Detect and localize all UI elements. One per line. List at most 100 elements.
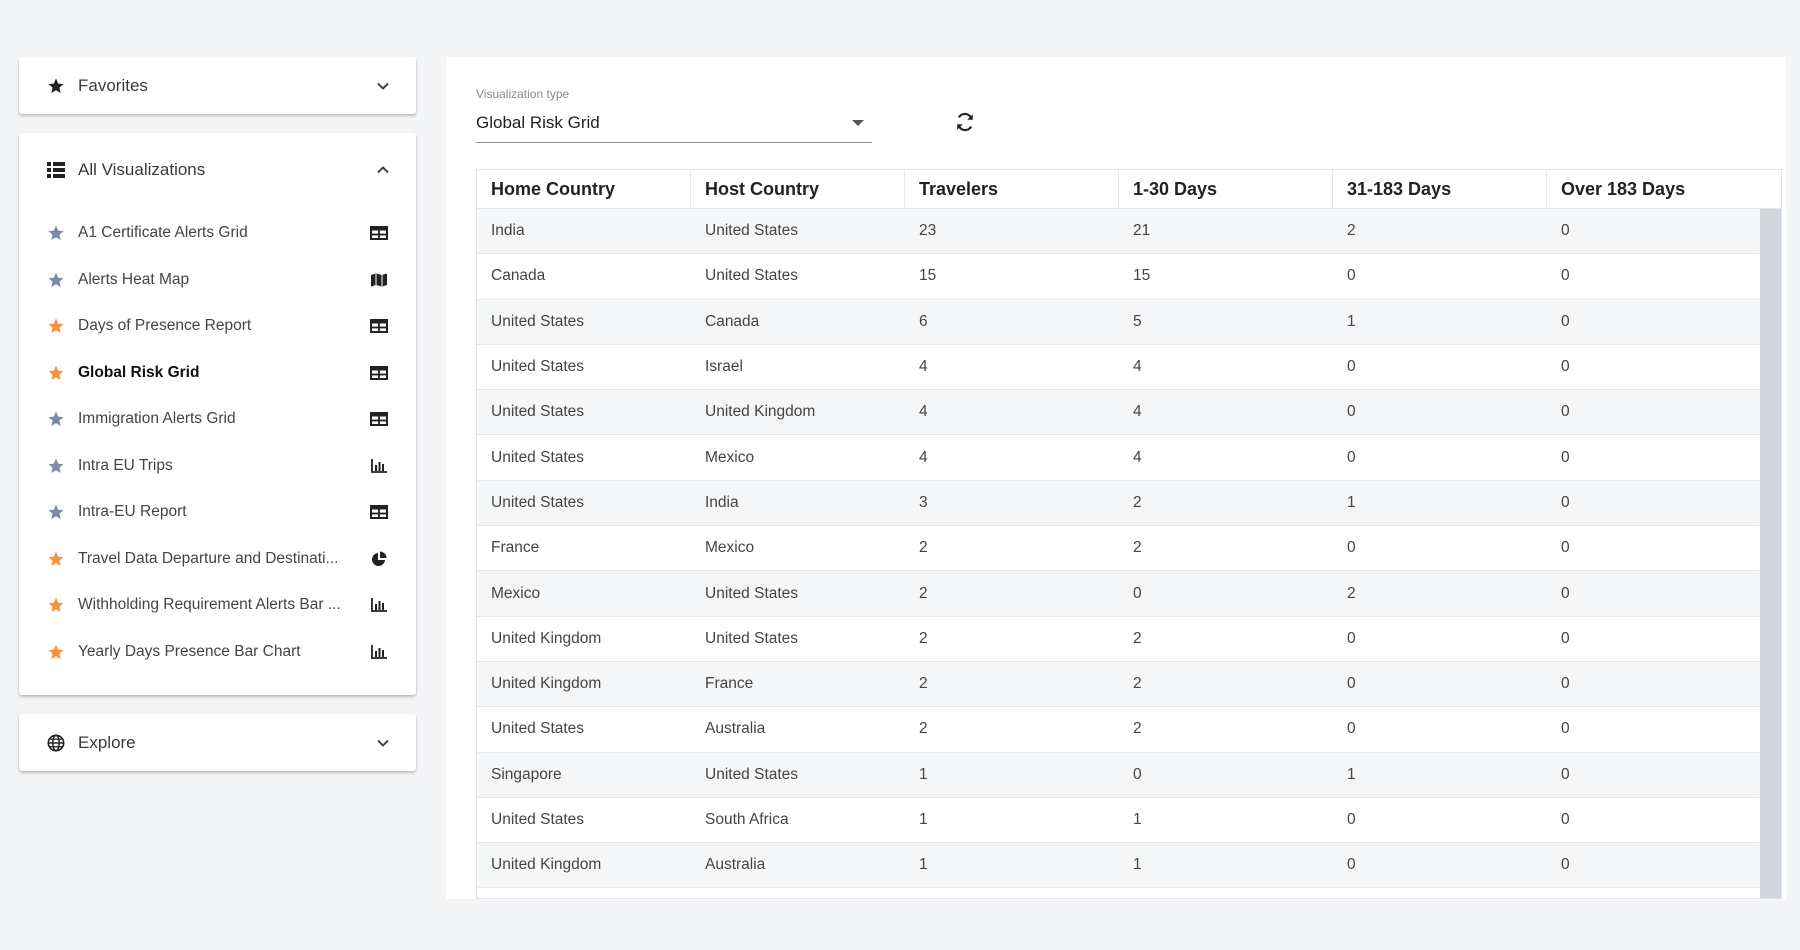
table-row[interactable]: Mexico United States 2 0 2 0: [477, 571, 1781, 617]
table-cell: 2: [1347, 584, 1356, 602]
table-cell: 1: [919, 765, 928, 783]
table-cell: 0: [1347, 856, 1356, 874]
visualization-list: A1 Certificate Alerts Grid Alerts Heat Ma…: [19, 207, 416, 695]
table-cell: Mexico: [705, 448, 755, 466]
star-icon[interactable]: [46, 456, 66, 476]
chevron-up-icon[interactable]: [375, 162, 391, 178]
refresh-icon: [954, 111, 976, 138]
table-cell: Canada: [705, 312, 760, 330]
table-cell: Mexico: [491, 584, 541, 602]
all-visualizations-header[interactable]: All Visualizations: [19, 133, 416, 207]
table-row[interactable]: United States South Africa 1 1 0 0: [477, 797, 1781, 844]
column-header[interactable]: 31-183 Days: [1333, 170, 1547, 208]
table-row[interactable]: United States Mexico 4 4 0 0: [477, 435, 1781, 481]
global-risk-grid: Home Country Host Country Travelers 1-30 Da…: [476, 169, 1782, 899]
visualization-type-label: Visualization type: [476, 87, 570, 101]
map-icon: [369, 271, 389, 289]
visualization-item-label: Travel Data Departure and Destinati...: [78, 549, 339, 567]
all-visualizations-panel: All Visualizations A1 Certificate Alerts…: [19, 133, 416, 695]
visualization-item-label: Yearly Days Presence Bar Chart: [78, 642, 301, 660]
table-cell: 0: [1561, 720, 1570, 738]
star-filled-icon[interactable]: [46, 549, 66, 569]
visualization-item[interactable]: Travel Data Departure and Destinati...: [19, 536, 416, 583]
scrollbar-thumb[interactable]: [1760, 209, 1781, 898]
bar-chart-icon: [369, 457, 389, 475]
vertical-scrollbar[interactable]: [1760, 209, 1781, 898]
column-header[interactable]: Over 183 Days: [1547, 170, 1761, 208]
visualization-type-field: Visualization type Global Risk Grid: [476, 87, 872, 143]
column-header[interactable]: Home Country: [477, 170, 691, 208]
table-cell: United States: [705, 222, 799, 240]
refresh-button[interactable]: [948, 107, 982, 141]
table-cell: United States: [705, 584, 799, 602]
table-cell: Canada: [491, 267, 546, 285]
table-cell: 3: [919, 493, 928, 511]
table-cell: 0: [1347, 358, 1356, 376]
table-row[interactable]: United States Canada 6 5 1 0: [477, 299, 1781, 345]
table-row[interactable]: United States Australia 2 2 0 0: [477, 707, 1781, 753]
visualization-item[interactable]: Yearly Days Presence Bar Chart: [19, 629, 416, 676]
table-cell: United Kingdom: [491, 675, 602, 693]
star-icon[interactable]: [46, 270, 66, 290]
star-icon[interactable]: [46, 502, 66, 522]
table-cell: India: [491, 222, 525, 240]
explore-header[interactable]: Explore: [19, 714, 416, 771]
star-filled-icon[interactable]: [46, 363, 66, 383]
table-row[interactable]: United Kingdom Australia 1 1 0 0: [477, 843, 1781, 889]
table-row[interactable]: India United States 23 21 2 0: [477, 209, 1781, 255]
table-row[interactable]: Canada United States 15 15 0 0: [477, 254, 1781, 300]
star-icon[interactable]: [46, 223, 66, 243]
visualization-item-label: Global Risk Grid: [78, 363, 200, 381]
star-filled-icon[interactable]: [46, 316, 66, 336]
table-cell: 15: [919, 267, 937, 285]
table-row[interactable]: United States Israel 4 4 0 0: [477, 344, 1781, 391]
table-cell: United Kingdom: [705, 403, 816, 421]
column-header[interactable]: 1-30 Days: [1119, 170, 1333, 208]
table-cell: 4: [1133, 358, 1142, 376]
column-header[interactable]: Travelers: [905, 170, 1119, 208]
table-cell: United States: [491, 312, 585, 330]
visualization-item[interactable]: Intra-EU Report: [19, 489, 416, 536]
table-row[interactable]: France Mexico 2 2 0 0: [477, 526, 1781, 572]
chevron-down-icon[interactable]: [375, 78, 391, 94]
table-cell: 0: [1347, 675, 1356, 693]
table-cell: 2: [919, 720, 928, 738]
table-cell: 0: [1561, 312, 1570, 330]
star-icon[interactable]: [46, 409, 66, 429]
table-row[interactable]: United Kingdom France 2 2 0 0: [477, 661, 1781, 708]
table-cell: 6: [919, 312, 928, 330]
table-cell: 1: [1347, 312, 1356, 330]
column-header[interactable]: Host Country: [691, 170, 905, 208]
table-cell: 1: [919, 856, 928, 874]
visualization-item-label: Days of Presence Report: [78, 317, 252, 335]
table-cell: United States: [705, 765, 799, 783]
chevron-down-icon[interactable]: [375, 735, 391, 751]
visualization-item[interactable]: Alerts Heat Map: [19, 257, 416, 304]
star-icon: [46, 76, 66, 96]
visualization-item[interactable]: Days of Presence Report: [19, 303, 416, 350]
visualization-item[interactable]: Immigration Alerts Grid: [19, 396, 416, 443]
table-cell: Israel: [705, 358, 743, 376]
star-filled-icon[interactable]: [46, 642, 66, 662]
visualization-item[interactable]: Global Risk Grid: [19, 350, 416, 397]
visualization-type-select[interactable]: Global Risk Grid: [476, 103, 872, 143]
visualization-item-label: Withholding Requirement Alerts Bar ...: [78, 596, 341, 614]
table-row[interactable]: Singapore United States 1 0 1 0: [477, 752, 1781, 798]
table-row[interactable]: United Kingdom United States 2 2 0 0: [477, 616, 1781, 662]
table-cell: 0: [1561, 765, 1570, 783]
visualization-item[interactable]: A1 Certificate Alerts Grid: [19, 210, 416, 257]
table-row[interactable]: United States United Kingdom 4 4 0 0: [477, 390, 1781, 436]
table-cell: United States: [705, 629, 799, 647]
table-cell: 2: [1133, 629, 1142, 647]
table-cell: 0: [1561, 358, 1570, 376]
table-cell: 0: [1133, 584, 1142, 602]
table-cell: 0: [1347, 539, 1356, 557]
star-filled-icon[interactable]: [46, 595, 66, 615]
table-cell: United States: [491, 448, 585, 466]
table-cell: 0: [1561, 267, 1570, 285]
visualization-item[interactable]: Intra EU Trips: [19, 443, 416, 490]
bar-chart-icon: [369, 643, 389, 661]
table-row[interactable]: United States India 3 2 1 0: [477, 480, 1781, 527]
visualization-item[interactable]: Withholding Requirement Alerts Bar ...: [19, 582, 416, 629]
favorites-header[interactable]: Favorites: [19, 57, 416, 114]
